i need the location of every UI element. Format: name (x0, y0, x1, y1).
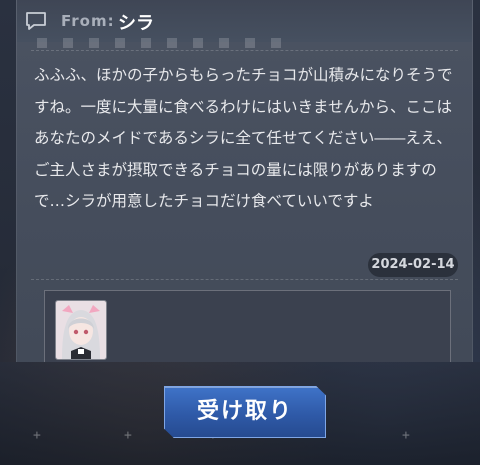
decor-plus: + (124, 428, 132, 443)
portrait-icon (56, 301, 106, 359)
mail-header: From: シラ (17, 0, 472, 42)
character-portrait[interactable] (55, 300, 107, 360)
divider-bottom (31, 279, 458, 280)
decor-plus: + (402, 428, 410, 443)
decor-plus: + (33, 428, 41, 443)
message-body[interactable]: ふふふ、ほかの子からもらったチョコが山積みになりそうですね。一度に大量に食べるわ… (34, 60, 458, 218)
mail-panel: From: シラ ふふふ、ほかの子からもらったチョコが山積みになりそうですね。一… (16, 0, 473, 362)
message-icon (26, 12, 46, 30)
receive-button[interactable]: 受け取り (164, 386, 326, 438)
date-badge: 2024-02-14 (368, 253, 458, 277)
from-label: From: (61, 12, 115, 30)
sender-name: シラ (118, 13, 154, 34)
scrolled-text-fragment (37, 38, 297, 48)
attachment-box (44, 290, 451, 362)
divider-top (31, 50, 458, 51)
